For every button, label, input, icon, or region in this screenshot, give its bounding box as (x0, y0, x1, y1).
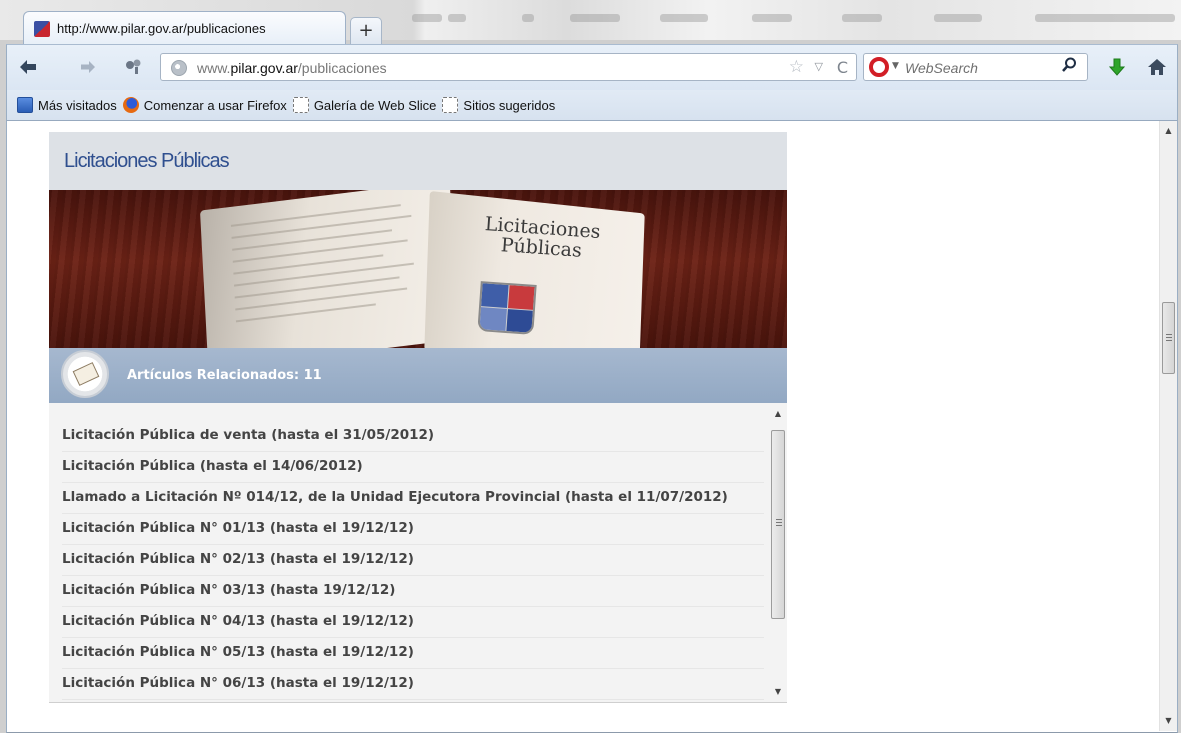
related-articles-bar: Artículos Relacionados: 11 (49, 348, 787, 403)
list-item[interactable]: Licitación Pública N° 02/13 (hasta el 19… (62, 545, 764, 576)
bookmark-most-visited[interactable]: Más visitados (17, 97, 117, 113)
bookmark-suggested-sites[interactable]: Sitios sugeridos (442, 97, 555, 113)
page-title: Licitaciones Públicas (64, 149, 230, 172)
url-text: www.pilar.gov.ar/publicaciones (197, 60, 387, 76)
bookmarks-toolbar: Más visitados Comenzar a usar Firefox Ga… (6, 90, 1178, 121)
tab-bar: http://www.pilar.gov.ar/publicaciones + (6, 4, 386, 45)
home-icon[interactable] (1147, 57, 1169, 79)
tab-pilar-publicaciones[interactable]: http://www.pilar.gov.ar/publicaciones (23, 11, 346, 45)
list-item[interactable]: Llamado a Licitación Nº 014/12, de la Un… (62, 483, 764, 514)
navigation-toolbar: www.pilar.gov.ar/publicaciones ☆ ▽ C ▼ W… (6, 44, 1178, 90)
list-item[interactable]: Licitación Pública N° 04/13 (hasta el 19… (62, 607, 764, 638)
search-placeholder: WebSearch (905, 60, 978, 76)
book-icon (61, 350, 109, 398)
tab-title: http://www.pilar.gov.ar/publicaciones (57, 21, 266, 36)
identity-icon[interactable] (125, 59, 143, 78)
scroll-up-icon[interactable]: ▲ (1160, 123, 1177, 139)
back-icon[interactable] (19, 59, 37, 78)
search-icon[interactable] (1061, 57, 1077, 77)
related-articles-count: Artículos Relacionados: 11 (127, 368, 322, 383)
history-dropdown-icon[interactable]: ▽ (815, 60, 823, 73)
book-left-page (199, 190, 459, 348)
list-scroll-thumb[interactable] (771, 430, 785, 619)
reload-icon[interactable]: C (837, 58, 848, 77)
page-scrollbar[interactable]: ▲ ▼ (1159, 121, 1177, 731)
browser-window: http://www.pilar.gov.ar/publicaciones + … (6, 4, 1178, 733)
related-articles-list: Licitación Pública de venta (hasta el 31… (49, 403, 787, 703)
scroll-up-icon[interactable]: ▲ (769, 409, 787, 418)
chevron-down-icon[interactable]: ▼ (892, 61, 899, 71)
article: Licitaciones Públicas Licitaciones Públic… (49, 132, 787, 703)
list-item[interactable]: Licitación Pública N° 05/13 (hasta el 19… (62, 638, 764, 669)
page-content: Licitaciones Públicas Licitaciones Públic… (6, 121, 1178, 733)
web-slice-icon (292, 97, 309, 113)
globe-icon (171, 60, 187, 76)
list-item[interactable]: Licitación Pública N° 01/13 (hasta el 19… (62, 514, 764, 545)
bookmark-web-slice[interactable]: Galería de Web Slice (292, 97, 436, 113)
bookmark-star-icon[interactable]: ☆ (789, 57, 804, 77)
most-visited-icon (17, 97, 33, 113)
list-item[interactable]: Licitación Pública (hasta el 14/06/2012) (62, 452, 764, 483)
search-engine-icon[interactable] (869, 57, 889, 77)
forward-icon[interactable] (80, 59, 96, 77)
new-tab-button[interactable]: + (350, 17, 382, 44)
web-slice-icon (442, 97, 459, 113)
firefox-icon (122, 97, 139, 113)
book-right-page (424, 190, 645, 348)
banner-image: Licitaciones Públicas (49, 190, 787, 348)
download-icon[interactable] (1107, 57, 1129, 79)
search-bar[interactable]: ▼ WebSearch (863, 53, 1088, 81)
url-bar[interactable]: www.pilar.gov.ar/publicaciones ☆ ▽ C (160, 53, 857, 81)
bookmark-firefox[interactable]: Comenzar a usar Firefox (122, 97, 287, 113)
list-item[interactable]: Licitación Pública N° 03/13 (hasta 19/12… (62, 576, 764, 607)
list-item[interactable]: Licitación Pública N° 06/13 (hasta el 19… (62, 669, 764, 700)
scroll-down-icon[interactable]: ▼ (769, 687, 787, 696)
site-favicon-icon (34, 20, 50, 37)
list-item[interactable]: Licitación Pública de venta (hasta el 31… (62, 421, 764, 452)
municipal-crest-icon (477, 281, 537, 335)
list-scrollbar[interactable]: ▲ ▼ (769, 405, 787, 700)
scroll-down-icon[interactable]: ▼ (1160, 713, 1177, 729)
section-header: Licitaciones Públicas (49, 132, 787, 190)
page-scroll-thumb[interactable] (1162, 302, 1175, 374)
